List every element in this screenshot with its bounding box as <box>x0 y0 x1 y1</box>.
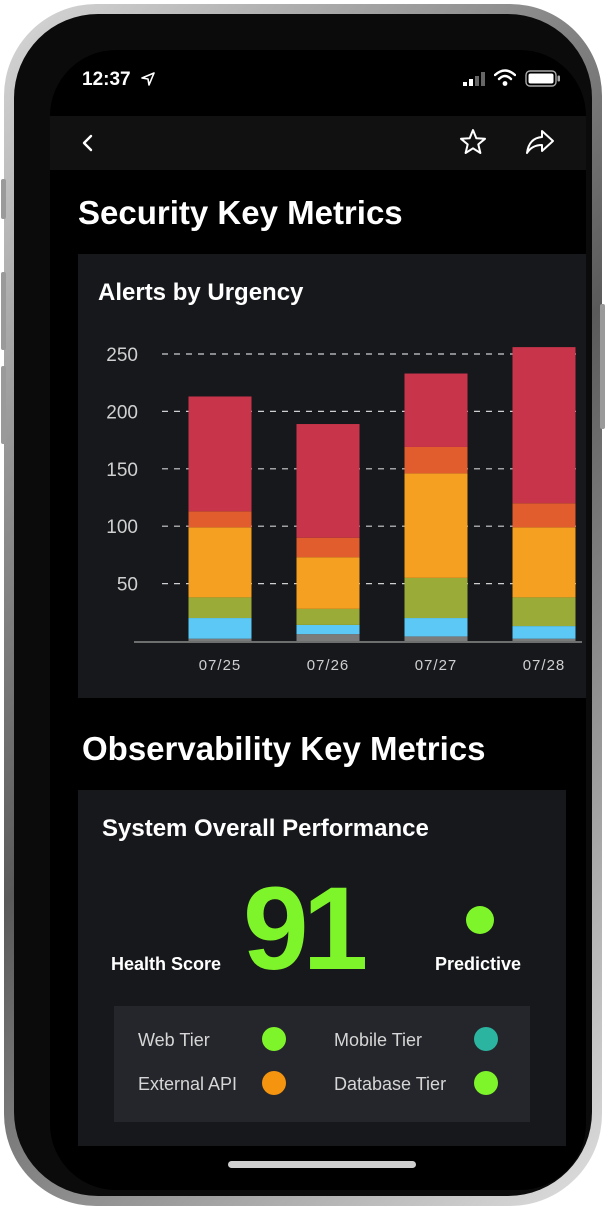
bar-segment <box>296 537 360 558</box>
bar-segment <box>296 424 360 538</box>
alerts-by-urgency-card: Alerts by Urgency 250 200 150 100 50 07/25 07/… <box>78 254 586 698</box>
power-button <box>600 304 605 429</box>
phone-frame: 12:37 Security Key Metrics Alerts by Urg… <box>1 4 605 1206</box>
health-score-value: 91 <box>243 863 368 995</box>
bar-segment <box>188 527 252 598</box>
cellular-signal-icon <box>463 72 485 86</box>
bar-segment <box>512 503 576 528</box>
phone-bezel: 12:37 Security Key Metrics Alerts by Urg… <box>14 14 592 1196</box>
star-icon[interactable] <box>459 128 487 156</box>
bar-segment <box>512 597 576 627</box>
y-tick-label: 200 <box>106 402 138 423</box>
volume-down-button <box>1 366 6 444</box>
x-tick-label: 07/25 <box>199 657 242 674</box>
bar-segment <box>188 638 252 641</box>
x-tick-label: 07/27 <box>415 657 458 674</box>
bar-segment <box>512 347 576 504</box>
bar-segment <box>404 373 468 447</box>
predictive-status-dot <box>466 906 494 934</box>
bar-segment <box>188 618 252 639</box>
bar-segment <box>188 511 252 528</box>
performance-card-title: System Overall Performance <box>102 815 429 842</box>
screen: 12:37 Security Key Metrics Alerts by Urg… <box>50 50 586 1190</box>
predictive-label: Predictive <box>435 954 522 974</box>
y-tick-label: 50 <box>117 575 138 596</box>
tier-name: Database Tier <box>334 1074 447 1094</box>
tier-status-dot <box>474 1071 498 1095</box>
x-tick-label: 07/26 <box>307 657 350 674</box>
status-bar: 12:37 <box>50 50 586 110</box>
status-time: 12:37 <box>82 69 131 90</box>
bar-segment <box>188 597 252 619</box>
bar-segment <box>296 608 360 625</box>
navigation-bar <box>50 116 586 170</box>
bar-segment <box>512 626 576 639</box>
y-tick-label: 150 <box>106 460 138 481</box>
mute-switch <box>1 179 6 219</box>
bar-segment <box>404 577 468 619</box>
tier-status-dot <box>262 1027 286 1051</box>
bar-segment <box>296 624 360 635</box>
share-icon[interactable] <box>525 128 555 156</box>
chevron-left-icon[interactable] <box>80 133 96 153</box>
security-section-title: Security Key Metrics <box>78 194 403 231</box>
bar-segment <box>404 446 468 474</box>
bar-segment <box>404 618 468 637</box>
x-tick-label: 07/28 <box>523 657 566 674</box>
bar-segment <box>512 638 576 641</box>
y-tick-label: 250 <box>106 345 138 366</box>
tier-status-dot <box>474 1027 498 1051</box>
health-score-label: Health Score <box>111 954 222 974</box>
bar-segment <box>296 634 360 641</box>
bar-segment <box>188 396 252 512</box>
bar-segment <box>404 473 468 578</box>
y-tick-label: 100 <box>106 517 138 538</box>
wifi-icon <box>494 69 516 86</box>
alerts-bar-chart: 250 200 150 100 50 07/25 07/26 07/27 07/28 <box>106 345 582 674</box>
tier-name: Mobile Tier <box>334 1030 423 1050</box>
bar-segment <box>296 557 360 609</box>
volume-up-button <box>1 272 6 350</box>
tier-status-dot <box>262 1071 286 1095</box>
tier-name: Web Tier <box>138 1030 210 1050</box>
system-performance-card: System Overall Performance 91 Health Sco… <box>78 790 566 1146</box>
observability-section-title: Observability Key Metrics <box>82 730 486 767</box>
home-indicator[interactable] <box>228 1161 416 1168</box>
battery-icon <box>525 70 560 87</box>
location-arrow-icon <box>141 72 155 86</box>
tier-status-list: Web Tier Mobile Tier External API Databa… <box>114 1006 530 1122</box>
tier-name: External API <box>138 1074 238 1094</box>
bar-segment <box>404 636 468 641</box>
bar-segment <box>512 527 576 598</box>
